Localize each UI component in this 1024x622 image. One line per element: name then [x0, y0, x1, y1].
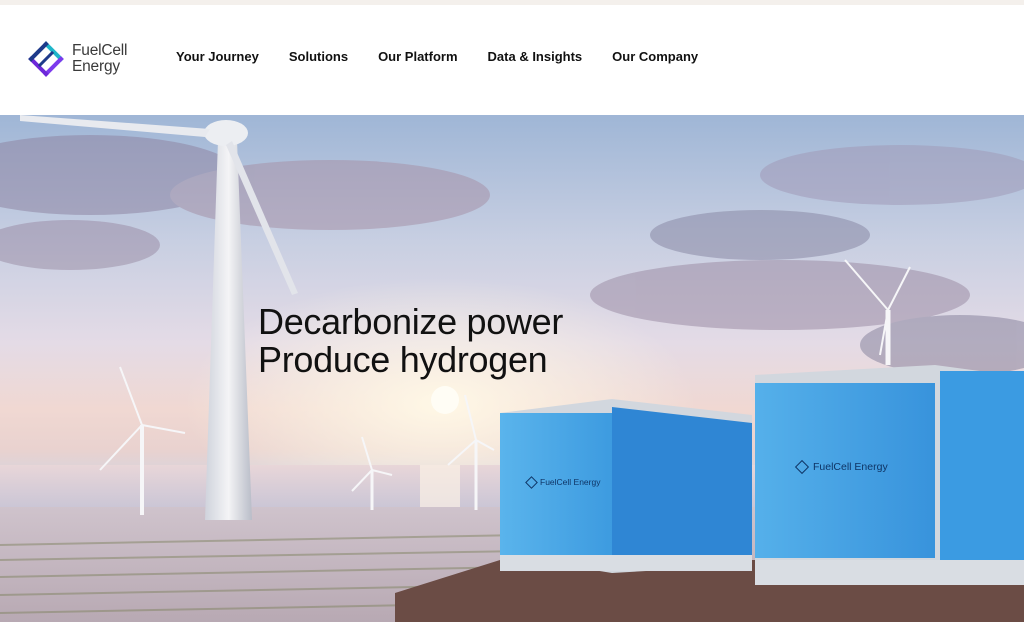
brand-name-line1: FuelCell [72, 42, 128, 59]
fuelcell-logo-icon [28, 41, 64, 77]
container-label-right: FuelCell Energy [794, 459, 888, 475]
brand-wordmark: FuelCell Energy [72, 43, 127, 75]
hero-headline-line2: Produce hydrogen [258, 339, 548, 380]
container-label-right-text: FuelCell Energy [813, 461, 888, 473]
nav-item-solutions[interactable]: Solutions [289, 49, 348, 64]
container-label-left-text: FuelCell Energy [540, 477, 601, 487]
container-label-left: FuelCell Energy [525, 475, 601, 489]
nav-item-our-platform[interactable]: Our Platform [378, 49, 457, 64]
hero-banner: Decarbonize power Produce hydrogen FuelC… [0, 115, 1024, 622]
brand-logo[interactable]: FuelCell Energy [28, 41, 127, 77]
hero-headline-line1: Decarbonize power [258, 301, 564, 342]
fuelcell-logo-small-icon [525, 475, 538, 489]
nav-item-our-company[interactable]: Our Company [612, 49, 698, 64]
site-header: FuelCell Energy Your Journey Solutions O… [0, 5, 1024, 115]
nav-item-your-journey[interactable]: Your Journey [176, 49, 259, 64]
hero-headline: Decarbonize power Produce hydrogen [258, 303, 563, 379]
fuelcell-logo-small-icon [794, 459, 810, 475]
main-nav: Your Journey Solutions Our Platform Data… [176, 49, 728, 64]
brand-name-line2: Energy [72, 58, 120, 75]
nav-item-data-insights[interactable]: Data & Insights [488, 49, 583, 64]
